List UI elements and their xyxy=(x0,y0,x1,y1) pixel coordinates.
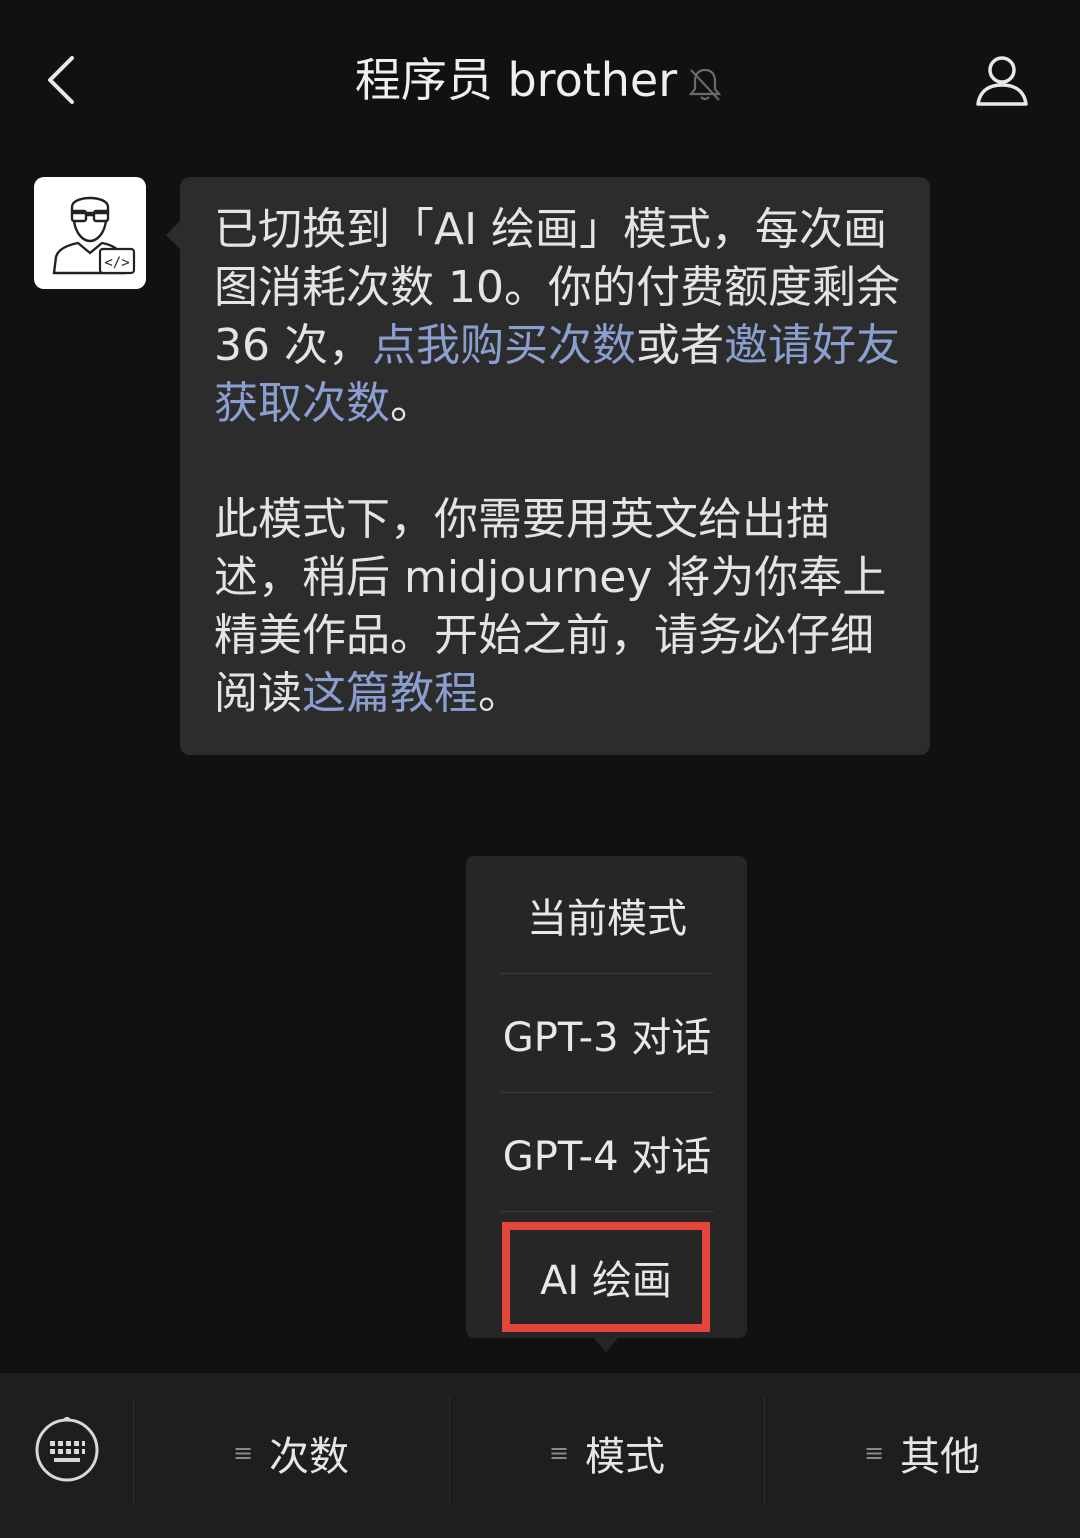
bot-avatar[interactable]: </> xyxy=(34,177,146,289)
tab-other[interactable]: ≡ 其他 xyxy=(765,1413,1079,1493)
message-paragraph-2: 此模式下，你需要用英文给出描述，稍后 midjourney 将为你奉上精美作品。… xyxy=(214,491,900,723)
nav-header: 程序员 brother xyxy=(0,0,1080,160)
avatar-code-text: </> xyxy=(104,255,129,271)
chat-title: 程序员 brother xyxy=(354,53,678,107)
person-icon[interactable] xyxy=(972,50,1032,110)
tab-credits[interactable]: ≡ 次数 xyxy=(134,1413,448,1493)
menu-item-ai-drawing[interactable]: AI 绘画 xyxy=(502,1222,710,1332)
tab-label: 模式 xyxy=(585,1434,666,1480)
menu-item-gpt3[interactable]: GPT-3 对话 xyxy=(500,975,714,1093)
mode-popup-menu: 当前模式 GPT-3 对话 GPT-4 对话 AI 绘画 xyxy=(466,856,747,1338)
buy-credits-link[interactable]: 点我购买次数 xyxy=(372,320,636,371)
message-paragraph-1: 已切换到「AI 绘画」模式，每次画图消耗次数 10。你的付费额度剩余 36 次，… xyxy=(214,201,900,433)
message-text: 或者 xyxy=(635,320,724,371)
menu-pointer xyxy=(594,1338,618,1352)
tab-label: 其他 xyxy=(900,1434,981,1480)
menu-item-current-mode[interactable]: 当前模式 xyxy=(500,856,714,974)
menu-lines-icon: ≡ xyxy=(548,1439,570,1467)
tab-mode[interactable]: ≡ 模式 xyxy=(450,1413,764,1493)
bottom-menu-bar: ≡ 次数 ≡ 模式 ≡ 其他 xyxy=(0,1373,1080,1538)
programmer-avatar-icon: </> xyxy=(52,196,136,275)
tutorial-link[interactable]: 这篇教程 xyxy=(302,668,478,719)
message-bubble: 已切换到「AI 绘画」模式，每次画图消耗次数 10。你的付费额度剩余 36 次，… xyxy=(166,177,930,755)
tab-label: 次数 xyxy=(269,1434,350,1480)
menu-lines-icon: ≡ xyxy=(232,1439,254,1467)
menu-lines-icon: ≡ xyxy=(863,1439,885,1467)
message-text: 。 xyxy=(390,378,434,429)
keyboard-icon[interactable] xyxy=(34,1417,100,1483)
menu-item-gpt4[interactable]: GPT-4 对话 xyxy=(500,1094,714,1212)
message-text: 。 xyxy=(478,668,522,719)
chat-title-container: 程序员 brother xyxy=(0,48,1080,112)
bell-off-icon xyxy=(688,68,722,101)
